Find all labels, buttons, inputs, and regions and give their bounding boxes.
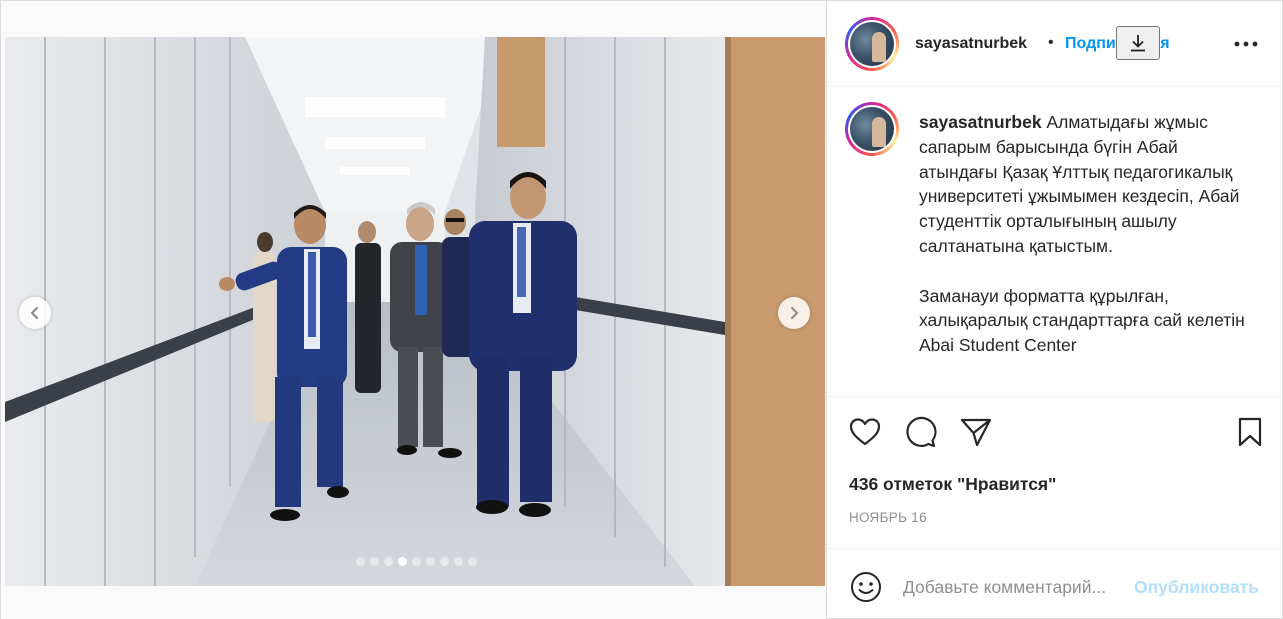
post-side-panel: sayasatnurbek • Подписаться xyxy=(827,1,1283,619)
caption-avatar[interactable] xyxy=(845,102,899,156)
post-date[interactable]: НОЯБРЬ 16 xyxy=(849,510,927,525)
carousel-next-button[interactable] xyxy=(778,297,810,329)
download-button[interactable] xyxy=(1116,26,1160,60)
carousel-dot xyxy=(412,557,421,566)
comment-button[interactable] xyxy=(904,415,938,449)
carousel-dot xyxy=(468,557,477,566)
instagram-post: sayasatnurbek • Подписаться xyxy=(0,0,1283,619)
carousel-dot xyxy=(398,557,407,566)
share-icon xyxy=(960,418,992,447)
caption: sayasatnurbek Алматыдағы жұмыс сапарым б… xyxy=(919,110,1259,358)
emoji-button[interactable] xyxy=(849,570,883,604)
corridor-photo xyxy=(5,37,825,586)
emoji-icon xyxy=(851,572,881,602)
more-horizontal-icon xyxy=(1234,41,1258,47)
like-button[interactable] xyxy=(848,415,882,449)
caption-area: sayasatnurbek Алматыдағы жұмыс сапарым б… xyxy=(827,87,1283,397)
publish-button[interactable]: Опубликовать xyxy=(1134,577,1259,598)
carousel-dot xyxy=(454,557,463,566)
more-options-button[interactable] xyxy=(1233,31,1259,57)
share-button[interactable] xyxy=(959,415,993,449)
carousel-indicator xyxy=(356,557,477,566)
action-bar xyxy=(827,397,1283,467)
heart-icon xyxy=(849,418,881,446)
carousel-prev-button[interactable] xyxy=(19,297,51,329)
post-header: sayasatnurbek • Подписаться xyxy=(827,1,1283,87)
post-photo[interactable] xyxy=(5,37,825,586)
comment-input[interactable] xyxy=(903,573,1131,601)
carousel-dot xyxy=(370,557,379,566)
header-separator: • xyxy=(1048,34,1054,51)
carousel-dot xyxy=(440,557,449,566)
carousel-dot xyxy=(384,557,393,566)
header-username[interactable]: sayasatnurbek xyxy=(915,35,1027,53)
chevron-left-icon xyxy=(30,306,39,320)
likes-count[interactable]: 436 отметок "Нравится" xyxy=(849,474,1056,495)
post-media xyxy=(1,1,827,619)
carousel-dot xyxy=(356,557,365,566)
bookmark-icon xyxy=(1238,417,1262,447)
download-icon xyxy=(1131,35,1145,52)
avatar[interactable] xyxy=(845,17,899,71)
comment-bar: Опубликовать xyxy=(827,548,1283,619)
chevron-right-icon xyxy=(790,306,799,320)
caption-username[interactable]: sayasatnurbek xyxy=(919,112,1042,132)
save-button[interactable] xyxy=(1233,415,1267,449)
comment-icon xyxy=(906,416,937,448)
caption-text: Алматыдағы жұмыс сапарым барысында бүгін… xyxy=(919,112,1245,356)
carousel-dot xyxy=(426,557,435,566)
